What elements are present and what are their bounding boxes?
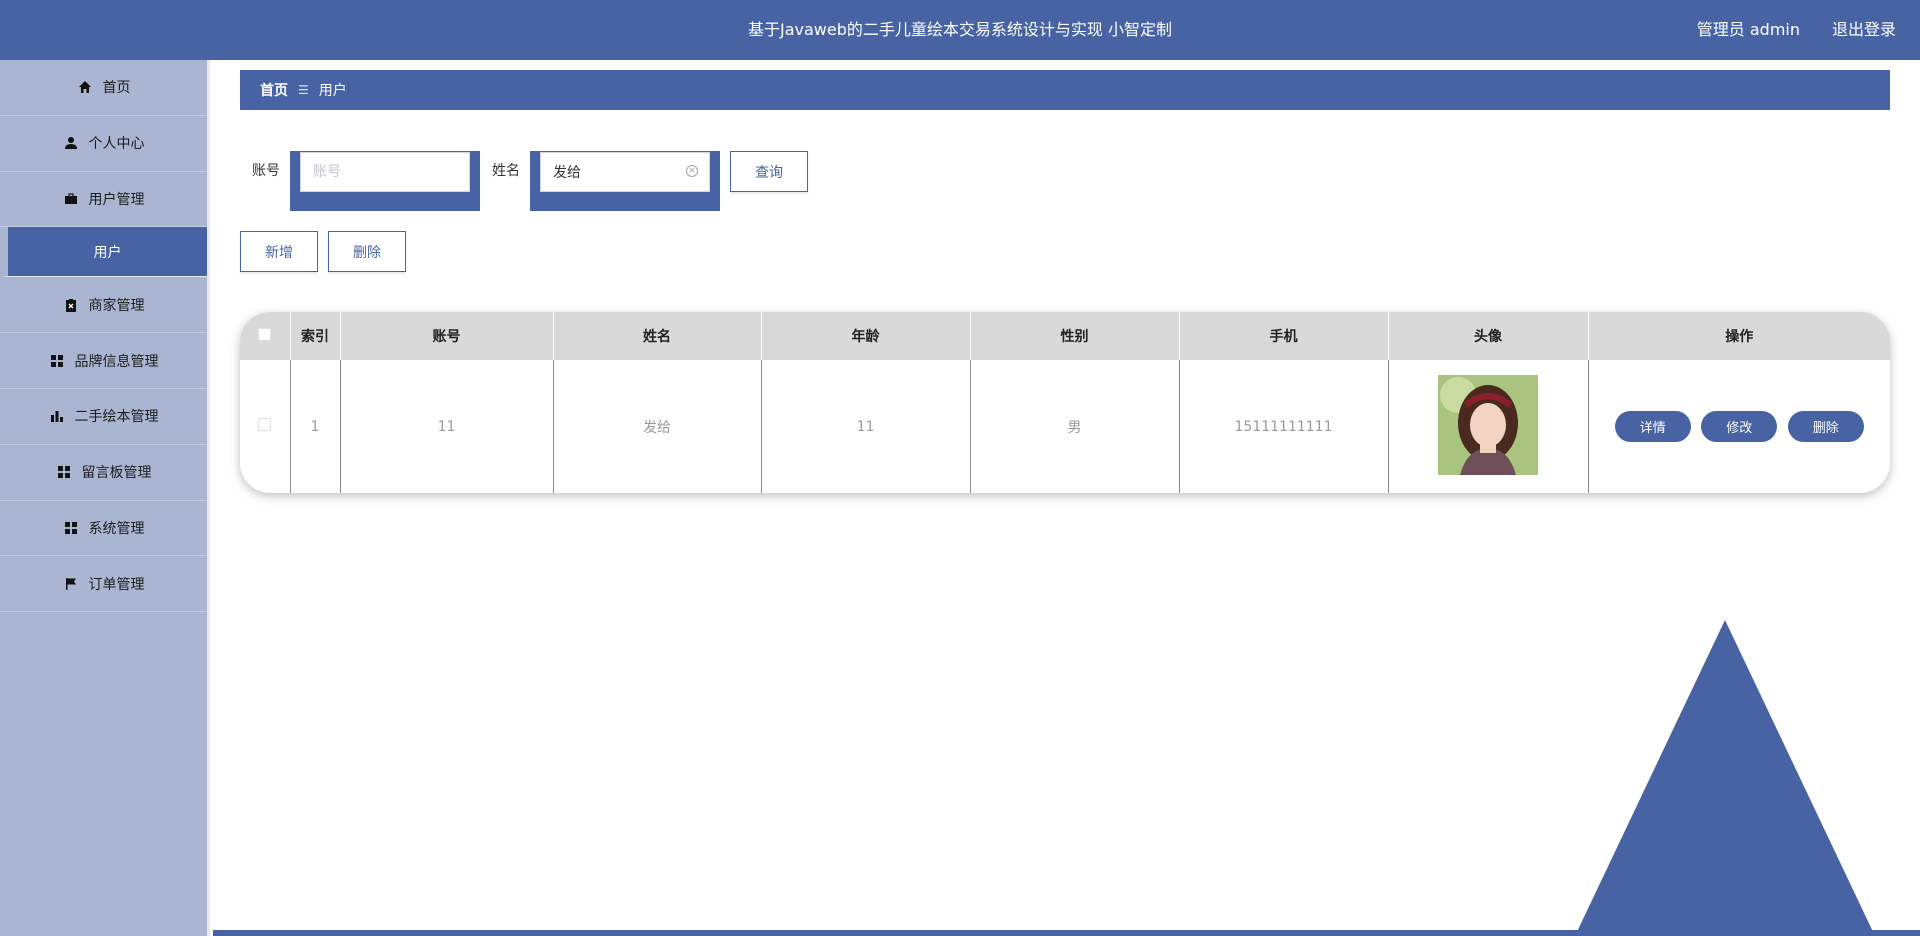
row-delete-button[interactable]: 删除 [1787, 411, 1864, 442]
cell-actions: 详情 修改 删除 [1588, 360, 1890, 493]
current-user: 管理员 admin [1696, 20, 1800, 39]
column-header: 姓名 [553, 312, 762, 360]
sidebar: 首页 个人中心 用户管理 用户 商家管理 品牌信息管理 二手绘本管理 留言板管理… [0, 60, 210, 936]
cell-name: 发给 [553, 360, 762, 493]
cell-age: 11 [761, 360, 971, 493]
grid-icon [56, 464, 72, 480]
clear-icon[interactable]: × [686, 165, 698, 177]
account-input[interactable] [300, 152, 470, 192]
column-header: 索引 [290, 312, 341, 360]
add-button[interactable]: 新增 [240, 231, 318, 272]
sidebar-item-system-management[interactable]: 系统管理 [0, 501, 207, 557]
sidebar-item-label: 系统管理 [88, 520, 145, 537]
grid-icon [49, 353, 65, 369]
breadcrumb-separator-icon: ☰ [298, 83, 309, 97]
account-field-wrapper [290, 151, 480, 211]
sidebar-item-label: 用户 [93, 244, 122, 261]
sidebar-item-profile[interactable]: 个人中心 [0, 116, 207, 172]
column-header: 年龄 [761, 312, 971, 360]
sidebar-item-users[interactable]: 用户 [0, 227, 207, 278]
select-all-header[interactable] [240, 312, 291, 360]
clipboard-icon [63, 297, 79, 313]
edit-button[interactable]: 修改 [1701, 411, 1778, 442]
sidebar-item-user-management[interactable]: 用户管理 [0, 172, 207, 228]
sidebar-item-label: 商家管理 [88, 297, 145, 314]
sidebar-item-label: 订单管理 [88, 576, 145, 593]
name-input[interactable] [540, 152, 710, 192]
column-header: 账号 [340, 312, 554, 360]
select-all-checkbox[interactable] [258, 327, 272, 341]
avatar [1438, 374, 1538, 475]
sidebar-item-book-management[interactable]: 二手绘本管理 [0, 389, 207, 445]
sidebar-item-order-management[interactable]: 订单管理 [0, 556, 207, 613]
table-header-row: 索引 账号 姓名 年龄 性别 手机 头像 操作 [240, 312, 1890, 360]
app-title: 基于Javaweb的二手儿童绘本交易系统设计与实现 小智定制 [748, 20, 1172, 39]
cell-index: 1 [290, 360, 341, 493]
decorative-triangle [1575, 620, 1875, 936]
sidebar-item-merchant-management[interactable]: 商家管理 [0, 277, 207, 334]
account-label: 账号 [252, 163, 280, 179]
breadcrumb-current: 用户 [318, 83, 347, 99]
sidebar-item-label: 品牌信息管理 [74, 353, 159, 370]
home-icon [77, 79, 93, 95]
bar-chart-icon [49, 408, 65, 424]
search-form: 账号 姓名 × 查询 [250, 151, 808, 211]
delete-button[interactable]: 删除 [328, 231, 406, 272]
row-checkbox[interactable] [258, 418, 272, 431]
table-row: 1 11 发给 11 男 15111111111 详情 修改 删除 [240, 360, 1890, 493]
cell-account: 11 [340, 360, 554, 493]
action-bar: 新增 删除 [240, 231, 406, 272]
flag-icon [63, 576, 79, 592]
logout-link[interactable]: 退出登录 [1832, 0, 1896, 60]
sidebar-item-brand-management[interactable]: 品牌信息管理 [0, 333, 207, 389]
sidebar-item-label: 留言板管理 [81, 465, 152, 482]
column-header: 性别 [970, 312, 1180, 360]
sidebar-item-message-board[interactable]: 留言板管理 [0, 445, 207, 501]
sidebar-item-label: 个人中心 [88, 136, 145, 153]
column-header: 手机 [1179, 312, 1389, 360]
sidebar-item-label: 用户管理 [88, 191, 145, 208]
query-button[interactable]: 查询 [730, 151, 808, 192]
user-table: 索引 账号 姓名 年龄 性别 手机 头像 操作 1 11 发给 11 男 151… [240, 312, 1890, 493]
sidebar-item-label: 首页 [102, 80, 131, 97]
briefcase-icon [63, 191, 79, 207]
bottom-border [213, 930, 1920, 936]
sidebar-item-label: 二手绘本管理 [74, 409, 159, 426]
cell-phone: 15111111111 [1179, 360, 1389, 493]
breadcrumb: 首页 ☰ 用户 [240, 70, 1890, 110]
name-label: 姓名 [492, 163, 520, 179]
column-header: 头像 [1388, 312, 1589, 360]
top-bar: 基于Javaweb的二手儿童绘本交易系统设计与实现 小智定制 管理员 admin… [0, 0, 1920, 60]
detail-button[interactable]: 详情 [1614, 411, 1691, 442]
name-field-wrapper: × [530, 151, 720, 211]
grid-icon [63, 520, 79, 536]
row-select-cell[interactable] [240, 360, 291, 493]
person-icon [63, 135, 79, 151]
sidebar-item-home[interactable]: 首页 [0, 60, 207, 116]
cell-avatar [1388, 360, 1589, 493]
cell-gender: 男 [970, 360, 1180, 493]
column-header: 操作 [1725, 329, 1754, 345]
breadcrumb-home[interactable]: 首页 [260, 80, 288, 100]
